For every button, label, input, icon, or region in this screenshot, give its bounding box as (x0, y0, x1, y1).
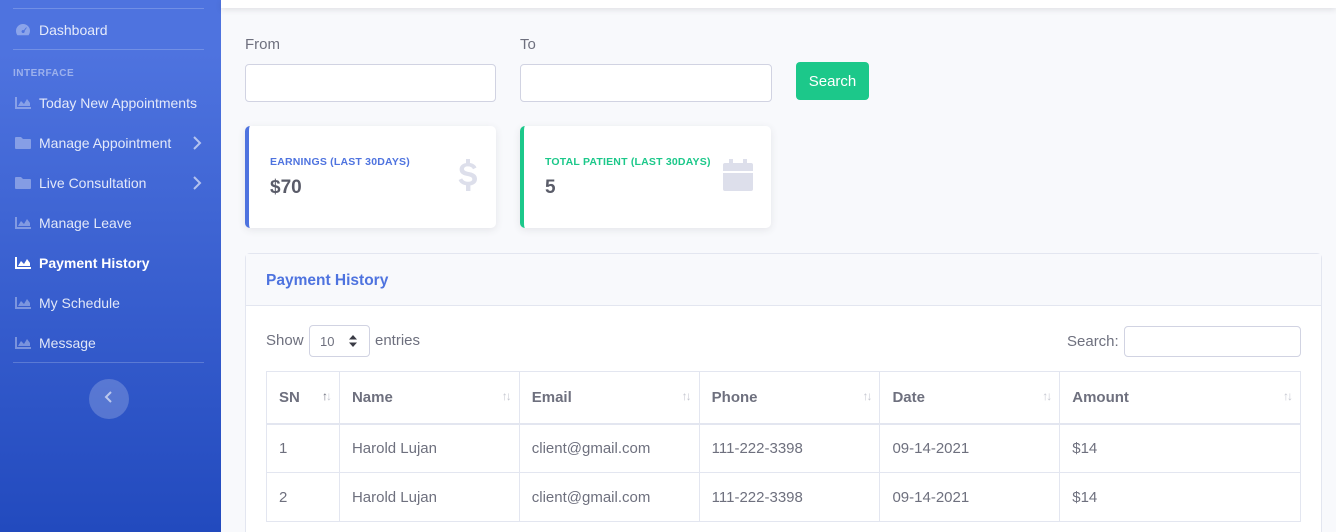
select-arrows-icon (349, 335, 357, 350)
sidebar-item-dashboard[interactable]: Dashboard (0, 10, 221, 50)
from-date-input[interactable] (245, 64, 496, 102)
calendar-icon (723, 159, 753, 196)
area-chart-icon (14, 336, 32, 350)
column-header-label: Name (351, 388, 393, 406)
sidebar-item-manage-appointment[interactable]: Manage Appointment (0, 123, 221, 163)
cell-email: client@gmail.com (518, 423, 700, 473)
column-header-name[interactable]: Name ↑↓ (338, 371, 520, 425)
sidebar: Dashboard INTERFACE Today New Appointmen… (0, 0, 221, 532)
total-patient-card: TOTAL PATIENT (LAST 30DAYS) 5 (520, 126, 771, 228)
sidebar-item-label: Payment History (39, 255, 150, 271)
folder-icon (14, 176, 32, 190)
sidebar-item-label: Manage Leave (39, 215, 132, 231)
entries-select-value: 10 (320, 334, 335, 349)
sort-icon: ↑↓ (681, 389, 692, 403)
chevron-right-icon (192, 175, 202, 191)
column-header-label: Date (892, 388, 925, 406)
area-chart-icon (14, 256, 32, 270)
topbar (221, 0, 1336, 8)
cell-amount: $14 (1059, 472, 1301, 522)
column-header-date[interactable]: Date ↑↓ (879, 371, 1061, 425)
payment-history-panel: Payment History Show 10 entries Search: … (245, 253, 1322, 532)
cell-phone: 111-222-3398 (698, 472, 881, 522)
show-label: Show (266, 332, 304, 349)
sort-icon: ↑↓ (862, 389, 872, 403)
to-date-input[interactable] (520, 64, 772, 102)
chevron-right-icon (192, 135, 202, 151)
sort-icon: ↑↓ (501, 389, 512, 403)
sidebar-item-label: My Schedule (39, 295, 120, 311)
entries-select[interactable]: 10 (309, 325, 370, 357)
folder-icon (14, 136, 32, 150)
table-search-label: Search: (1067, 333, 1119, 350)
sort-icon: ↑↓ (1042, 389, 1052, 403)
column-header-label: Phone (711, 388, 758, 406)
column-header-email[interactable]: Email ↑↓ (518, 371, 700, 425)
panel-header: Payment History (246, 254, 1321, 306)
sort-icon: ↑↓ (1283, 389, 1293, 403)
column-header-sn[interactable]: SN ↑↓ (266, 371, 340, 425)
sidebar-item-today-new-appointments[interactable]: Today New Appointments (0, 83, 221, 123)
sidebar-item-label: Today New Appointments (39, 95, 197, 111)
cell-name: Harold Lujan (338, 423, 520, 473)
table-header-row: SN ↑↓ Name ↑↓ Email ↑↓ Phone ↑↓ Date ↑↓ Amoun… (266, 371, 1301, 425)
total-patient-value: 5 (545, 177, 556, 198)
cell-phone: 111-222-3398 (698, 423, 881, 473)
cell-name: Harold Lujan (338, 472, 520, 522)
sidebar-item-label: Live Consultation (39, 175, 147, 191)
sidebar-item-label: Manage Appointment (39, 135, 172, 151)
panel-title: Payment History (266, 272, 389, 289)
sidebar-toggle-button[interactable] (89, 379, 129, 419)
area-chart-icon (14, 96, 32, 110)
earnings-label: EARNINGS (LAST 30DAYS) (270, 156, 410, 168)
cell-amount: $14 (1059, 423, 1301, 473)
table-row: 1 Harold Lujan client@gmail.com 111-222-339… (266, 423, 1301, 473)
column-header-phone[interactable]: Phone ↑↓ (698, 371, 881, 425)
payment-table: SN ↑↓ Name ↑↓ Email ↑↓ Phone ↑↓ Date ↑↓ Amoun… (266, 371, 1301, 522)
entries-label: entries (375, 332, 421, 349)
cell-date: 09-14-2021 (879, 472, 1061, 522)
table-row: 2 Harold Lujan client@gmail.com 111-222-339… (266, 472, 1301, 522)
sort-icon: ↑↓ (321, 389, 332, 403)
sidebar-item-my-schedule[interactable]: My Schedule (0, 283, 221, 323)
cell-email: client@gmail.com (518, 472, 700, 522)
table-search-input[interactable] (1124, 326, 1301, 357)
chevron-left-icon (104, 390, 114, 408)
cell-sn: 1 (266, 423, 340, 473)
to-label: To (520, 36, 536, 53)
cell-sn: 2 (266, 472, 340, 522)
sidebar-item-manage-leave[interactable]: Manage Leave (0, 203, 221, 243)
sidebar-item-payment-history[interactable]: Payment History (0, 243, 221, 283)
search-button[interactable]: Search (796, 62, 869, 100)
column-header-label: Amount (1072, 388, 1129, 406)
from-label: From (245, 36, 280, 53)
earnings-card: EARNINGS (LAST 30DAYS) $70 (245, 126, 496, 228)
earnings-value: $70 (270, 177, 302, 198)
cell-date: 09-14-2021 (879, 423, 1061, 473)
tachometer-icon (14, 23, 32, 37)
column-header-label: SN (279, 388, 300, 406)
sidebar-heading: INTERFACE (13, 68, 75, 79)
sidebar-item-live-consultation[interactable]: Live Consultation (0, 163, 221, 203)
column-header-label: Email (531, 388, 572, 406)
column-header-amount[interactable]: Amount ↑↓ (1059, 371, 1301, 425)
sidebar-divider (13, 8, 204, 9)
dollar-icon (458, 159, 478, 196)
sidebar-item-label: Message (39, 335, 96, 351)
area-chart-icon (14, 296, 32, 310)
total-patient-label: TOTAL PATIENT (LAST 30DAYS) (545, 156, 711, 168)
sidebar-item-label: Dashboard (39, 22, 108, 38)
area-chart-icon (14, 216, 32, 230)
sidebar-item-message[interactable]: Message (0, 323, 221, 363)
sidebar-divider (13, 49, 204, 50)
sidebar-divider (13, 362, 204, 363)
